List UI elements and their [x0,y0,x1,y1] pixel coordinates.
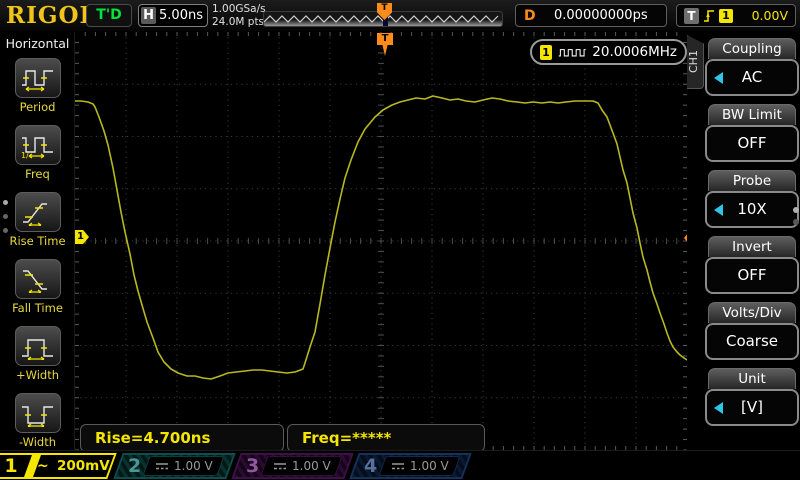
freq-icon: 1/ [21,137,53,159]
trigger-source-badge: 1 [719,8,733,23]
trigger-status-badge: T'D [86,4,132,27]
dc-coupling-icon [155,463,168,470]
counter-frequency-value: 20.0006MHz [592,44,677,60]
measurement-result-freq: Freq=***** [287,424,485,452]
invert-value-button[interactable]: OFF [705,257,799,294]
channel1-indicator[interactable]: 1 ~ 200mV [0,453,117,479]
fall-time-icon [22,270,47,293]
dc-coupling-icon [391,463,404,470]
left-arrow-icon [714,72,723,84]
measure-menu-title: Horizontal [5,36,70,51]
timebase-value: 5.00ns [159,8,203,23]
measure-item-period[interactable]: Period [0,58,75,114]
period-icon [21,70,53,92]
menu-item-bw-limit: BW Limit OFF [705,104,799,162]
ac-coupling-icon: ~ [36,458,49,474]
menu-item-probe: Probe 10X [705,170,799,228]
probe-value-button[interactable]: 10X [705,191,799,228]
measure-item-pwidth[interactable]: +Width [0,326,75,382]
channel1-scale: 200mV [57,458,110,474]
measurement-result-rise: Rise=4.700ns [80,424,284,452]
menu-item-unit: Unit [V] [705,368,799,426]
channel3-scale: 1.00 V [291,459,331,473]
unit-value-button[interactable]: [V] [705,389,799,426]
menu-page-dot [793,219,799,225]
menu-page-dot [793,207,799,213]
measure-item-fall-time[interactable]: Fall Time [0,259,75,315]
rising-edge-icon [704,9,714,22]
oscilloscope-screen: RIGOL T'D H 5.00ns 1.00GSa/s 24.0M pts T… [0,0,800,480]
left-arrow-icon [714,402,723,414]
channel2-scale: 1.00 V [173,459,213,473]
volts-div-value-button[interactable]: Coarse [705,323,799,360]
measure-item-nwidth[interactable]: -Width [0,393,75,449]
channel1-number: 1 [4,455,18,477]
channel-menu: CH1 Coupling AC BW Limit OFF Probe 10X I… [687,32,800,450]
channel2-indicator[interactable]: 2 1.00 V [113,453,236,479]
svg-text:1/: 1/ [21,151,29,159]
coupling-value-button[interactable]: AC [705,59,799,96]
channel3-indicator[interactable]: 3 1.00 V [231,453,354,479]
trigger-level-value: 0.00V [751,8,788,23]
menu-page-dot [3,228,8,233]
menu-item-volts-div: Volts/Div Coarse [705,302,799,360]
rigol-logo: RIGOL [6,2,97,29]
top-status-bar: RIGOL T'D H 5.00ns 1.00GSa/s 24.0M pts T… [0,0,800,32]
left-measure-menu: Horizontal Period 1/ Freq Rise Time Fall… [0,32,75,450]
bw-limit-value-button[interactable]: OFF [705,125,799,162]
dc-coupling-icon [273,463,286,470]
menu-item-invert: Invert OFF [705,236,799,294]
menu-page-dot [3,200,8,205]
trigger-box[interactable]: T 1 0.00V [676,4,796,27]
rise-time-icon [22,203,47,226]
menu-page-dot [3,214,8,219]
menu-item-coupling: Coupling AC [705,38,799,96]
frequency-counter-box: 1 20.0006MHz [530,39,687,65]
left-arrow-icon [714,204,723,216]
waveform-display-area [75,32,687,450]
h-label: H [141,7,157,24]
minus-width-icon [21,406,53,427]
delay-value: 0.00000000ps [554,8,648,23]
horizontal-timebase-box[interactable]: H 5.00ns [138,4,208,27]
measure-item-rise-time[interactable]: Rise Time [0,192,75,248]
acquisition-info: 1.00GSa/s 24.0M pts [212,3,266,29]
memory-depth: 24.0M pts [212,16,265,28]
delay-box[interactable]: D 0.00000000ps [515,4,667,27]
plus-width-icon [21,339,53,360]
trigger-label: T [684,7,699,24]
channel4-number: 4 [364,455,378,477]
sample-rate: 1.00GSa/s [212,3,266,15]
channel4-indicator[interactable]: 4 1.00 V [349,453,472,479]
counter-source-badge: 1 [540,44,552,60]
channel-menu-tab: CH1 [687,35,704,89]
channel4-scale: 1.00 V [409,459,449,473]
measure-item-freq[interactable]: 1/ Freq [0,125,75,181]
channel-status-bar: 1 ~ 200mV 2 1.00 V 3 1.00 V 4 1.00 V [0,450,800,480]
channel3-number: 3 [246,455,260,477]
channel1-waveform-trace [75,95,687,380]
square-wave-icon [558,49,586,57]
delay-label: D [524,7,536,24]
channel2-number: 2 [128,455,142,477]
